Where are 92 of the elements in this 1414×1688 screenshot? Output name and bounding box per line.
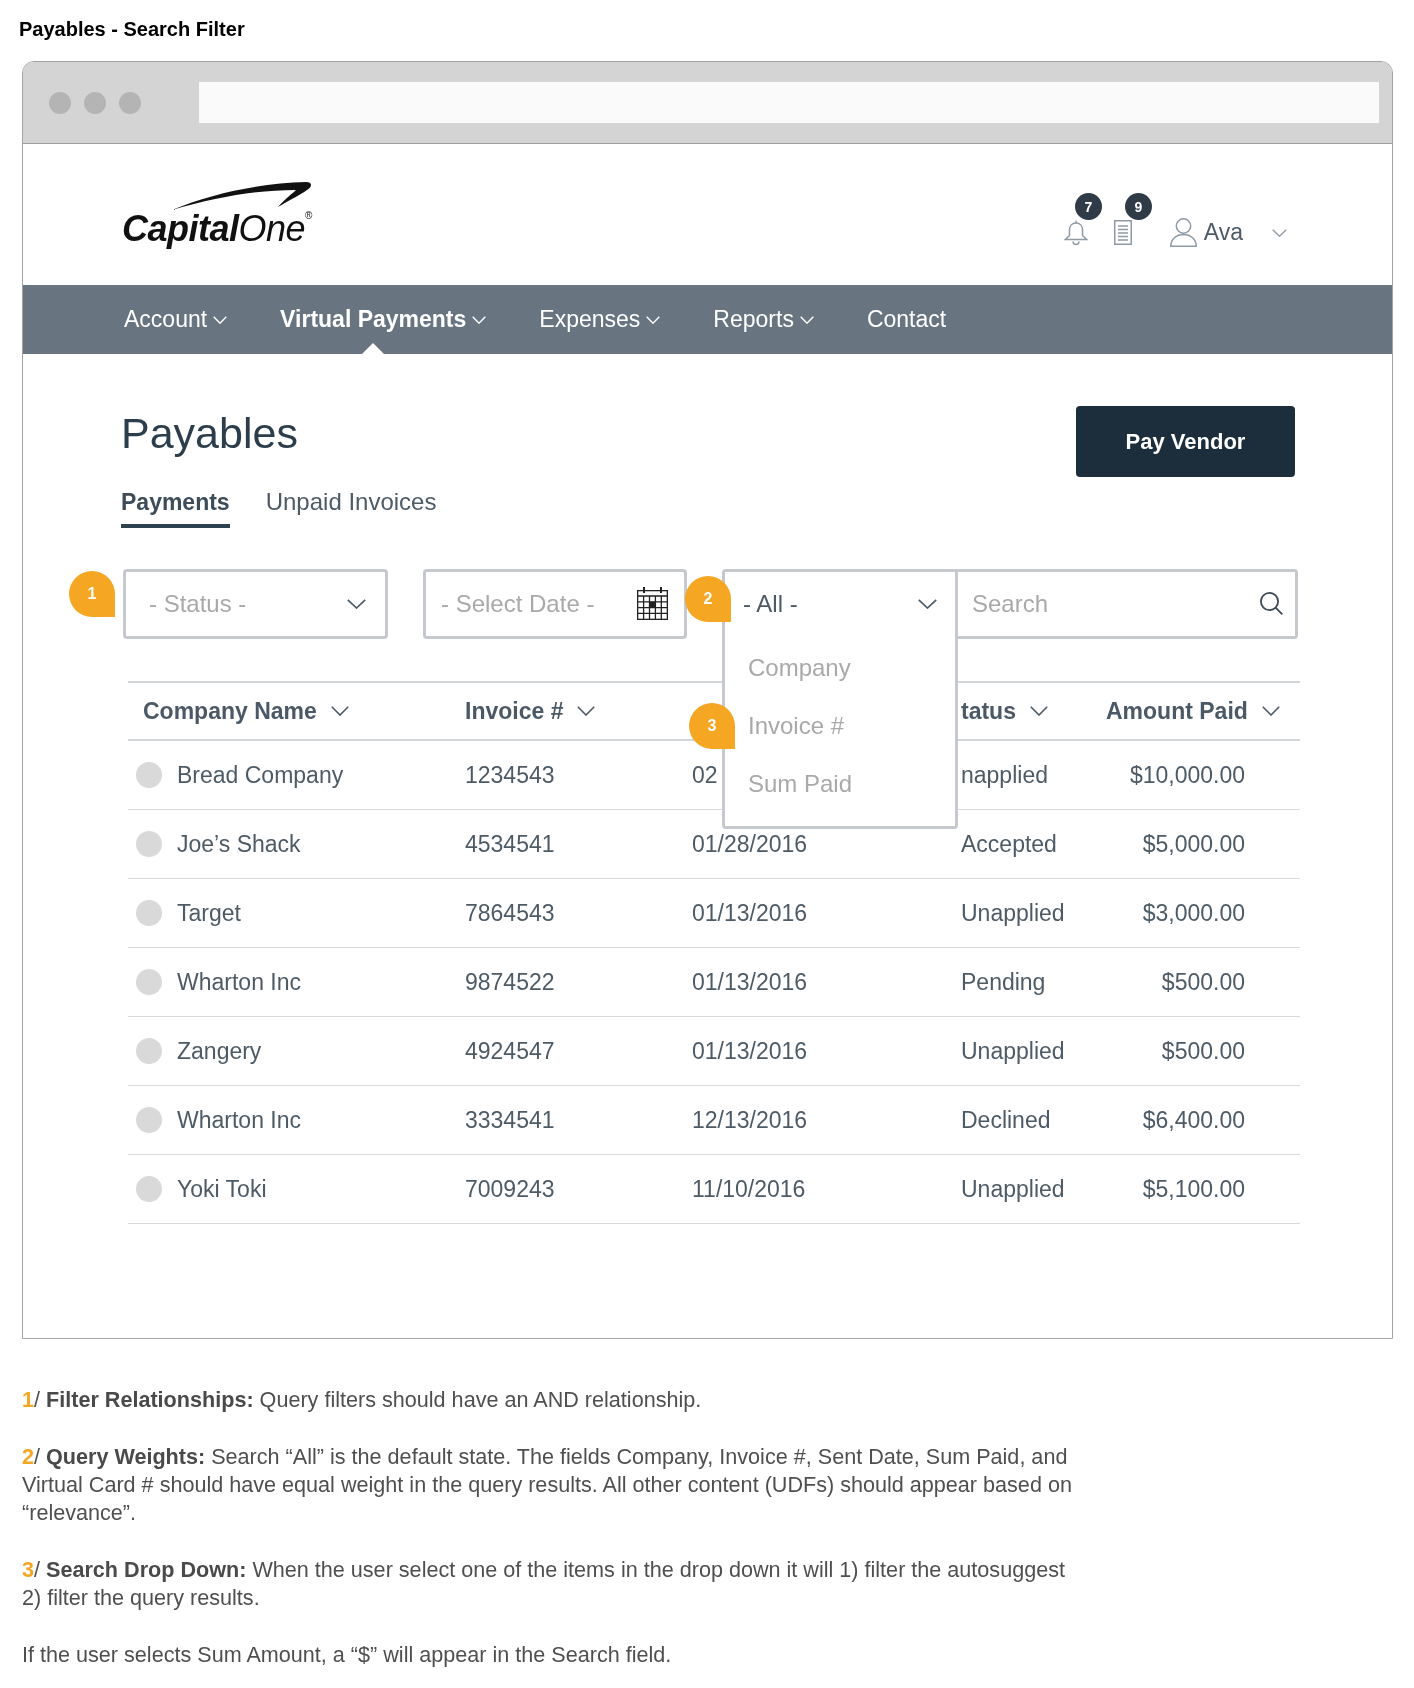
row-select-radio[interactable] [136, 831, 162, 857]
table-cell: $6,400.00 [1142, 1106, 1245, 1133]
row-select-radio[interactable] [136, 969, 162, 995]
row-select-radio[interactable] [136, 1038, 162, 1064]
document-icon[interactable] [1113, 220, 1132, 245]
table-cell: $5,000.00 [1142, 830, 1245, 857]
table-cell: Unapplied [961, 1175, 1065, 1202]
annotation-marker: 3 [689, 703, 735, 749]
row-select-radio[interactable] [136, 762, 162, 788]
table-cell: Bread Company [177, 761, 344, 789]
column-header[interactable]: Company Name [143, 697, 349, 725]
table-cell: Target [177, 899, 241, 927]
calendar-icon[interactable] [637, 587, 668, 620]
chevron-down-icon [1272, 228, 1287, 237]
table-cell: $10,000.00 [1129, 761, 1245, 788]
scope-select[interactable]: - All - [722, 569, 958, 639]
table-cell: Wharton Inc [177, 1106, 301, 1134]
table-cell: napplied [961, 761, 1048, 788]
user-icon [1169, 218, 1197, 247]
table-cell: $5,100.00 [1142, 1175, 1245, 1202]
annotation-marker: 1 [69, 571, 115, 617]
chevron-down-icon [213, 315, 228, 324]
table-cell: 01/13/2016 [692, 1037, 808, 1064]
chevron-down-icon [799, 315, 814, 324]
nav-item[interactable]: Virtual Payments [280, 285, 487, 354]
table-cell: 7864543 [465, 899, 555, 926]
pointer-icon [362, 343, 385, 354]
note-paragraph: If the user selects Sum Amount, a “$” will appear in the Search field. [22, 1641, 673, 1669]
table-cell: Accepted [961, 830, 1057, 857]
table-cell: 4534541 [465, 830, 555, 857]
address-bar[interactable] [199, 82, 1379, 123]
table-cell: Wharton Inc [177, 968, 301, 996]
table-cell: Unapplied [961, 1037, 1065, 1064]
column-header[interactable]: Amount Paid [1106, 697, 1280, 725]
table-cell: $3,000.00 [1142, 899, 1245, 926]
row-select-radio[interactable] [136, 1176, 162, 1202]
tab[interactable]: Payments [121, 489, 230, 528]
page-heading: Payables [121, 408, 298, 458]
table-cell: 11/10/2016 [692, 1175, 806, 1202]
column-header[interactable]: Invoice # [465, 697, 596, 725]
annotation-marker: 2 [685, 576, 731, 622]
table-cell: 9874522 [465, 968, 555, 995]
table-cell: 01/13/2016 [692, 968, 808, 995]
search-field[interactable]: Search [958, 569, 1298, 639]
chevron-down-icon [1029, 706, 1048, 716]
table-cell: 4924547 [465, 1037, 555, 1064]
notification-count: 7 [1074, 193, 1102, 220]
note-paragraph: 3/ Search Drop Down: When the user select one of the items in the drop down it will 1) filter the autosuggest 2) filter the query results. [22, 1556, 1066, 1612]
window-control-icon[interactable] [119, 91, 141, 114]
tab[interactable]: Unpaid Invoices [265, 489, 437, 528]
logo-wordmark[interactable]: CapitalOne$^{®}$ [122, 211, 312, 247]
user-menu-button[interactable]: Ava [1169, 218, 1287, 247]
table-cell: 02 [692, 761, 718, 788]
chevron-down-icon [330, 706, 349, 716]
table-cell: 12/13/2016 [692, 1106, 808, 1133]
date-field[interactable]: - Select Date - [423, 569, 687, 639]
notification-count: 9 [1124, 193, 1152, 220]
row-select-radio[interactable] [136, 900, 162, 926]
logo-swoosh-icon [172, 181, 312, 211]
nav-item[interactable]: Account [124, 285, 228, 354]
search-icon[interactable] [1260, 592, 1283, 615]
nav-item[interactable]: Contact [866, 285, 947, 354]
chevron-down-icon [918, 599, 937, 609]
nav-item[interactable]: Expenses [539, 285, 661, 354]
column-header[interactable]: tatus [961, 697, 1048, 725]
nav-item[interactable]: Reports [713, 285, 814, 354]
chevron-down-icon [347, 599, 366, 609]
table-cell: 7009243 [465, 1175, 555, 1202]
note-paragraph: 1/ Filter Relationships: Query filters should have an AND relationship. [22, 1386, 703, 1414]
chevron-down-icon [472, 315, 487, 324]
table-cell: Joe’s Shack [177, 830, 301, 858]
pay-vendor-button[interactable]: Pay Vendor [1076, 406, 1295, 477]
table-cell: 3334541 [465, 1106, 555, 1133]
row-select-radio[interactable] [136, 1107, 162, 1133]
table-cell: 01/28/2016 [692, 830, 808, 857]
table-cell: Zangery [177, 1037, 262, 1065]
table-cell: Declined [961, 1106, 1051, 1133]
table-cell: $500.00 [1161, 968, 1245, 995]
bell-icon[interactable] [1063, 220, 1088, 245]
note-paragraph: 2/ Query Weights: Search “All” is the default state. The fields Company, Invoice #, Sent Date, Sum Paid, and Virtual Card # should have equal weight in the query results. All other content (UDFs) should appear based on “relevance”. [22, 1443, 1073, 1527]
table-cell: 01/13/2016 [692, 899, 808, 926]
table-cell: 1234543 [465, 761, 555, 788]
page-title: Payables - Search Filter [18, 17, 245, 40]
table-cell: $500.00 [1161, 1037, 1245, 1064]
chevron-down-icon [646, 315, 661, 324]
table-cell: Unapplied [961, 899, 1065, 926]
table-cell: Pending [961, 968, 1046, 995]
chevron-down-icon [1261, 706, 1280, 716]
window-control-icon[interactable] [84, 91, 106, 114]
chevron-down-icon [577, 706, 596, 716]
table-cell: Yoki Toki [177, 1175, 267, 1203]
window-control-icon[interactable] [49, 91, 71, 114]
